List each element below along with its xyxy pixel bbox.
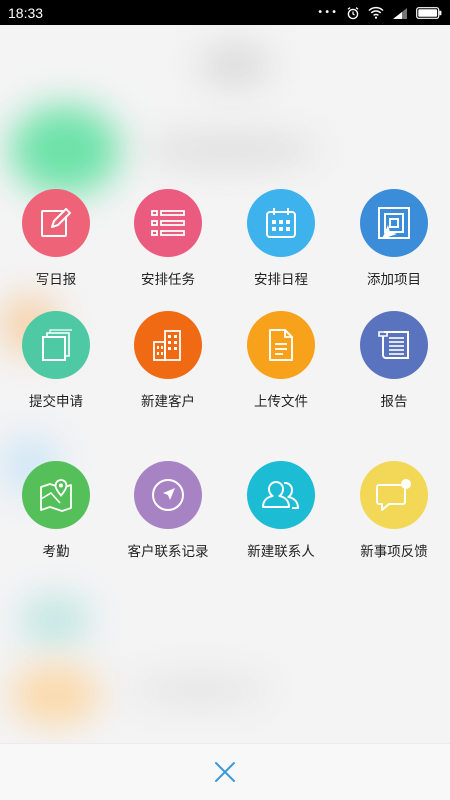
calendar-icon [247,189,315,257]
action-label: 安排日程 [254,272,308,288]
action-new-customer[interactable]: 新建客户 [113,311,223,431]
action-label: 提交申请 [29,394,83,410]
battery-icon [416,6,442,19]
chat-icon [360,461,428,529]
action-label: 客户联系记录 [127,544,209,560]
action-report[interactable]: 报告 [339,311,449,431]
background-blob [10,105,120,195]
action-new-contact[interactable]: 新建联系人 [226,461,336,581]
action-label: 写日报 [35,272,77,288]
more-dots-icon: ••• [317,7,338,18]
background-blob [200,45,270,85]
action-submit-application[interactable]: 提交申请 [1,311,111,431]
action-label: 新建客户 [141,394,195,410]
building-icon [134,311,202,379]
background-blob [130,675,270,705]
action-customer-contact-record[interactable]: 客户联系记录 [113,461,223,581]
map-pin-icon [22,461,90,529]
action-upload-file[interactable]: 上传文件 [226,311,336,431]
action-schedule[interactable]: 安排日程 [226,189,336,309]
alarm-icon [346,6,360,20]
action-label: 考勤 [42,544,70,560]
action-add-project[interactable]: 添加项目 [339,189,449,309]
close-icon [215,762,235,782]
status-bar: 18:33 ••• [0,0,450,25]
bottom-bar [0,743,450,800]
action-label: 上传文件 [254,394,308,410]
edit-icon [22,189,90,257]
project-icon [360,189,428,257]
action-write-daily-report[interactable]: 写日报 [1,189,111,309]
close-button[interactable] [205,752,245,792]
action-label: 报告 [380,394,408,410]
action-label: 新建联系人 [247,544,315,560]
action-assign-task[interactable]: 安排任务 [113,189,223,309]
signal-icon [392,7,408,19]
report-icon [360,311,428,379]
background-blob [20,595,90,645]
copy-icon [22,311,90,379]
action-new-feedback[interactable]: 新事项反馈 [339,461,449,581]
compass-icon [134,461,202,529]
action-attendance[interactable]: 考勤 [1,461,111,581]
wifi-icon [368,6,384,19]
document-icon [247,311,315,379]
contacts-icon [247,461,315,529]
action-label: 添加项目 [367,272,421,288]
background-blob [140,135,320,165]
status-icons: ••• [317,6,442,20]
background-blob [10,665,100,725]
list-icon [134,189,202,257]
action-label: 安排任务 [141,272,195,288]
action-label: 新事项反馈 [360,544,428,560]
status-time: 18:33 [8,4,44,21]
